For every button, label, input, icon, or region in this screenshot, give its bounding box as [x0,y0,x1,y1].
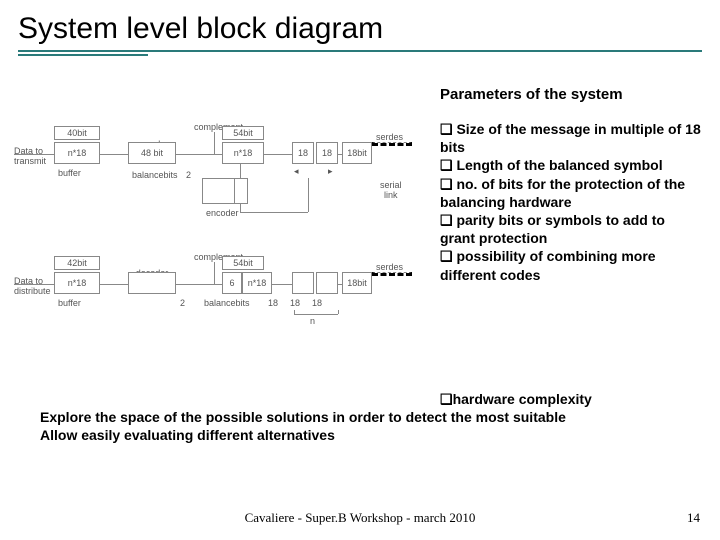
bullet-icon: ❑ [440,121,453,137]
label-two: 2 [186,170,191,180]
page-number: 14 [687,510,700,526]
box-18bit-bot: 18bit [342,272,372,294]
box-54bit-top: 54bit [222,126,264,140]
explore-line: Explore the space of the possible soluti… [40,408,702,426]
label-18-bot-a: 18 [268,298,278,308]
param-item: parity bits or symbols to add to grant p… [440,212,665,246]
box-decoder-inner [128,272,176,294]
hardware-complexity: hardware complexity [453,391,592,407]
label-balancebits-bot: balancebits [204,298,250,308]
box-6: 6 [222,272,242,294]
title-divider [18,50,702,52]
label-buffer-top: buffer [58,168,81,178]
bullet-icon: ❑ [440,212,453,228]
param-item: Size of the message in multiple of 18 bi… [440,121,701,155]
label-arrow-left: ◂ [294,166,299,177]
bottom-text-block: ❑hardware complexity Explore the space o… [40,390,702,445]
box-18c [292,272,314,294]
box-54bit-bot: 54bit [222,256,264,270]
box-42bit: 42bit [54,256,100,270]
label-distribute: distribute [14,286,51,296]
label-serial: serial [380,180,402,190]
bullet-icon: ❑ [440,391,453,407]
box-40bit: 40bit [54,126,100,140]
slide-title: System level block diagram [18,12,702,50]
label-serdes-bot: serdes [376,262,403,272]
box-18bit-top: 18bit [342,142,372,164]
label-link: link [384,190,398,200]
parameters-heading: Parameters of the system [440,86,623,103]
bullet-icon: ❑ [440,157,453,173]
box-48bit: 48 bit [128,142,176,164]
label-serdes-top: serdes [376,132,403,142]
label-buffer-bot: buffer [58,298,81,308]
label-transmit: transmit [14,156,46,166]
bullet-icon: ❑ [440,176,453,192]
box-18-b: 18 [316,142,338,164]
title-accent [18,54,148,56]
label-balancebits: balancebits [132,170,178,180]
box-n18-top: n*18 [54,142,100,164]
box-18-a: 18 [292,142,314,164]
block-diagram: Data to transmit 40bit n*18 buffer encod… [14,120,414,380]
parameters-list: ❑ Size of the message in multiple of 18 … [440,120,702,284]
box-encoder-small-b [234,178,248,204]
footer-text: Cavaliere - Super.B Workshop - march 201… [0,510,720,526]
box-n18-bot-b: n*18 [242,272,272,294]
label-n: n [310,316,315,326]
box-n18b-top: n*18 [222,142,264,164]
param-item: possibility of combining more different … [440,248,656,282]
label-encoder2: encoder [206,208,239,218]
box-18d [316,272,338,294]
label-two-bot: 2 [180,298,185,308]
param-item: Length of the balanced symbol [456,157,662,173]
label-18-bot-b: 18 [290,298,300,308]
box-n18-bot: n*18 [54,272,100,294]
label-arrow-right: ▸ [328,166,333,177]
param-item: no. of bits for the protection of the ba… [440,176,685,210]
allow-line: Allow easily evaluating different altern… [40,426,702,444]
label-18-bot-c: 18 [312,298,322,308]
bullet-icon: ❑ [440,248,453,264]
